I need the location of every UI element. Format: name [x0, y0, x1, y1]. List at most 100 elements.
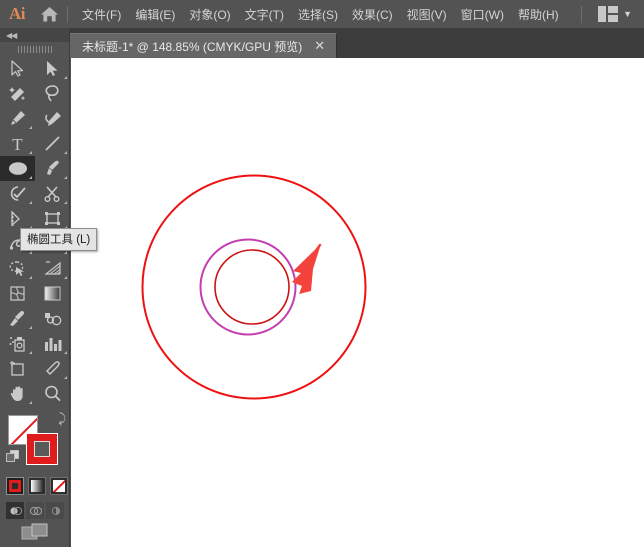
default-fill-stroke-icon[interactable] [6, 450, 20, 463]
home-icon[interactable] [34, 0, 64, 28]
lasso-icon [44, 85, 62, 102]
scissors-icon [44, 185, 61, 202]
artboard-icon [9, 360, 26, 377]
workspace-switcher[interactable]: ▼ [594, 3, 636, 25]
tool-more-indicator [29, 251, 32, 254]
direct-selection-arrow-icon [46, 60, 59, 77]
chevron-down-icon: ▼ [623, 8, 632, 19]
free-transform-icon [44, 210, 61, 227]
tool-more-indicator [64, 251, 67, 254]
tool-more-indicator [64, 351, 67, 354]
document-tab[interactable]: 未标题-1* @ 148.85% (CMYK/GPU 预览) ✕ [70, 33, 338, 58]
tools-panel-header[interactable]: ◀◀ [0, 28, 69, 42]
draw-mode-row [6, 502, 64, 519]
symbol-tool[interactable] [0, 331, 35, 356]
blend-icon [44, 311, 62, 327]
none-mode-button[interactable] [50, 477, 68, 495]
tool-more-indicator [64, 201, 67, 204]
menu-type[interactable]: 文字(T) [238, 2, 291, 27]
shaper-tool[interactable] [0, 181, 35, 206]
curvature-pen-icon [44, 110, 62, 127]
magnifier-icon [44, 385, 61, 402]
color-mode-row [6, 477, 68, 495]
tool-tooltip: 椭圆工具 (L) [20, 228, 98, 251]
gradient-tool[interactable] [35, 281, 70, 306]
menu-separator [67, 5, 68, 23]
tool-more-indicator [29, 151, 32, 154]
ellipse-tool[interactable] [0, 156, 35, 181]
gradient-mode-button[interactable] [28, 477, 46, 495]
slice-tool[interactable] [35, 356, 70, 381]
color-mode-button[interactable] [6, 477, 24, 495]
direct-selection-tool[interactable] [35, 56, 70, 81]
menu-object[interactable]: 对象(O) [182, 2, 237, 27]
artboard-tool[interactable] [0, 356, 35, 381]
tool-more-indicator [64, 276, 67, 279]
perspective-grid-icon [43, 260, 62, 277]
menu-bar: Ai 文件(F) 编辑(E) 对象(O) 文字(T) 选择(S) 效果(C) 视… [0, 0, 644, 28]
pen-tool[interactable] [0, 106, 35, 131]
menu-edit[interactable]: 编辑(E) [128, 2, 182, 27]
workspace-area: ▼ [581, 0, 644, 28]
tool-more-indicator [29, 201, 32, 204]
tool-more-indicator [29, 326, 32, 329]
selection-tool[interactable] [0, 56, 35, 81]
svg-text:T: T [12, 135, 23, 152]
line-segment-tool[interactable] [35, 131, 70, 156]
type-t-icon: T [10, 135, 25, 152]
tools-panel-grip[interactable] [0, 42, 69, 56]
zoom-tool[interactable] [35, 381, 70, 406]
stroke-swatch[interactable] [26, 433, 58, 465]
knife-icon [44, 360, 61, 377]
scissors-tool[interactable] [35, 181, 70, 206]
menu-file[interactable]: 文件(F) [75, 2, 128, 27]
menu-help[interactable]: 帮助(H) [511, 2, 566, 27]
menu-select[interactable]: 选择(S) [291, 2, 345, 27]
collapse-panel-icon[interactable]: ◀◀ [6, 31, 17, 40]
draw-normal-button[interactable] [6, 502, 24, 519]
type-tool[interactable]: T [0, 131, 35, 156]
hand-icon [9, 385, 27, 402]
lasso-tool[interactable] [35, 81, 70, 106]
document-tab-bar: 未标题-1* @ 148.85% (CMYK/GPU 预览) ✕ [0, 28, 644, 58]
curvature-tool[interactable] [35, 106, 70, 131]
tool-more-indicator [29, 126, 32, 129]
magic-wand-tool[interactable] [0, 81, 35, 106]
app-logo: Ai [9, 4, 26, 23]
color-controls: ⤸ [0, 410, 70, 547]
menu-view[interactable]: 视图(V) [400, 2, 454, 27]
tools-panel: ◀◀ T 椭圆工具 (L) ⤸ [0, 28, 98, 547]
blend-tool[interactable] [35, 306, 70, 331]
fill-stroke-controls: ⤸ [0, 410, 70, 472]
shaper-icon [9, 185, 27, 202]
paintbrush-tool[interactable] [35, 156, 70, 181]
draw-behind-button[interactable] [26, 502, 44, 519]
outer-circle[interactable] [141, 174, 367, 400]
shape-builder-tool[interactable] [0, 256, 35, 281]
column-graph-tool[interactable] [35, 331, 70, 356]
swap-fill-stroke-icon[interactable]: ⤸ [58, 412, 66, 425]
magic-wand-icon [9, 85, 26, 102]
inner-circle[interactable] [214, 249, 290, 325]
menu-window[interactable]: 窗口(W) [454, 2, 511, 27]
menu-effect[interactable]: 效果(C) [345, 2, 400, 27]
mesh-icon [9, 285, 26, 302]
line-icon [44, 135, 61, 152]
canvas-area[interactable] [71, 58, 644, 547]
screen-mode-icon [21, 523, 48, 540]
perspective-grid-tool[interactable] [35, 256, 70, 281]
rotate-icon [9, 210, 26, 227]
symbol-sprayer-can-icon [9, 335, 27, 352]
bar-chart-icon [44, 336, 62, 352]
workspace-grid-icon [598, 6, 619, 22]
gradient-icon [44, 286, 61, 301]
screen-mode-button[interactable] [0, 522, 70, 544]
eyedropper-tool[interactable] [0, 306, 35, 331]
selection-arrow-icon [11, 60, 24, 77]
mesh-tool[interactable] [0, 281, 35, 306]
draw-inside-button[interactable] [46, 502, 64, 519]
hand-tool[interactable] [0, 381, 35, 406]
ellipse-icon [8, 161, 28, 176]
tool-more-indicator [64, 376, 67, 379]
close-icon[interactable]: ✕ [312, 40, 327, 53]
